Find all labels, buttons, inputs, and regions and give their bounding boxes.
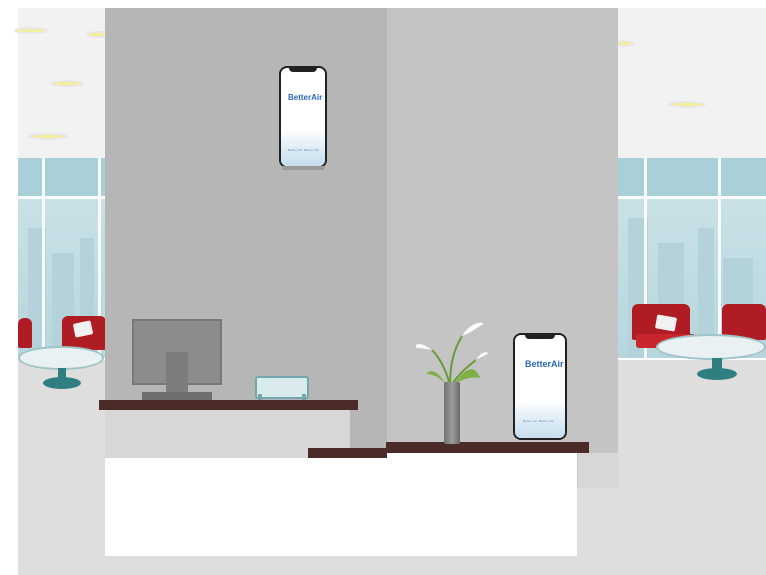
device-brand-logo: BetterAir [525,359,564,369]
window-mullion [718,158,721,358]
device-bezel [525,335,555,339]
reception-counter-front [387,453,577,556]
device-brand-logo: BetterAir [288,93,323,102]
lounge-table-base [697,368,737,380]
device-tagline: Better air, Better life [523,419,554,423]
desk-air-monitor: BetterAir Better air, Better life [513,333,567,440]
lounge-table [18,346,104,370]
ceiling-light [28,133,68,140]
ceiling-light [616,40,634,47]
reception-desk-top [99,400,358,410]
lounge-chair [18,318,32,348]
lounge-table [656,334,766,360]
device-bezel [289,68,317,72]
office-lobby-illustration: BetterAir Better air, Better life Better… [0,0,766,575]
wall-mount-bracket [282,166,324,170]
reception-counter-front [105,458,387,556]
calla-lily-plant [415,322,489,388]
device-tagline: Better air, Better life [288,148,319,152]
wall-air-monitor: BetterAir Better air, Better life [279,66,327,168]
desk-air-sensor [255,376,309,399]
monitor-stand [166,352,188,394]
reception-pillar-right [387,8,618,488]
window-mullion [42,158,45,358]
ceiling-light [14,27,48,34]
desk-shadow [578,453,618,488]
reception-desk-top [386,442,589,453]
ceiling-light [668,101,706,108]
vase [444,382,460,444]
reception-pillar-left [105,8,387,455]
monitor-base [142,392,212,400]
reception-desk-step [308,448,388,458]
ceiling-light [50,80,84,87]
lounge-table-base [43,377,81,389]
